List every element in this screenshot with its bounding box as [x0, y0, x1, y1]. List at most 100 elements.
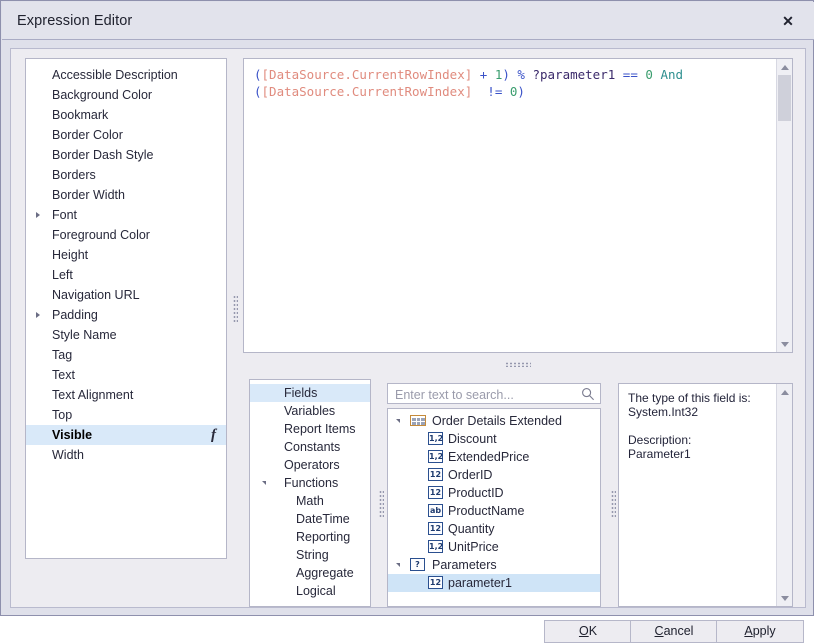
titlebar: Expression Editor ✕: [2, 2, 814, 40]
category-item-variables[interactable]: Variables: [250, 402, 370, 420]
category-item-report-items[interactable]: Report Items: [250, 420, 370, 438]
category-label: Constants: [284, 440, 341, 454]
splitter-right[interactable]: [609, 449, 617, 559]
property-row-borders[interactable]: Borders: [26, 165, 226, 185]
category-item-aggregate[interactable]: Aggregate: [250, 564, 370, 582]
chevron-down-icon[interactable]: [262, 481, 266, 485]
category-item-functions[interactable]: Functions: [250, 474, 370, 492]
splitter-grip-icon: [610, 490, 616, 518]
expression-editor-dialog: Expression Editor ✕ Accessible Descripti…: [0, 0, 814, 643]
tree-item-label: OrderID: [448, 468, 493, 482]
property-row-style-name[interactable]: Style Name: [26, 325, 226, 345]
category-item-operators[interactable]: Operators: [250, 456, 370, 474]
description-panel: The type of this field is: System.Int32 …: [618, 383, 793, 607]
category-item-string[interactable]: String: [250, 546, 370, 564]
property-row-navigation-url[interactable]: Navigation URL: [26, 285, 226, 305]
property-row-tag[interactable]: Tag: [26, 345, 226, 365]
description-vertical-scrollbar[interactable]: [776, 384, 792, 606]
search-icon[interactable]: [581, 387, 595, 401]
search-box[interactable]: [387, 383, 601, 404]
property-row-text-alignment[interactable]: Text Alignment: [26, 385, 226, 405]
property-row-border-width[interactable]: Border Width: [26, 185, 226, 205]
splitter-left[interactable]: [231, 229, 239, 389]
property-row-padding[interactable]: Padding: [26, 305, 226, 325]
property-row-foreground-color[interactable]: Foreground Color: [26, 225, 226, 245]
scroll-up-icon[interactable]: [777, 384, 792, 400]
fields-tree[interactable]: Order Details Extended 1,2 Discount 1,2 Exte…: [387, 408, 601, 607]
editor-vertical-scrollbar[interactable]: [776, 59, 792, 352]
tree-item-discount[interactable]: 1,2 Discount: [388, 430, 600, 448]
tree-item-quantity[interactable]: 12 Quantity: [388, 520, 600, 538]
category-item-constants[interactable]: Constants: [250, 438, 370, 456]
tree-item-parameter1[interactable]: 12 parameter1: [388, 574, 600, 592]
function-icon[interactable]: f: [211, 425, 216, 445]
scroll-down-icon[interactable]: [777, 336, 792, 352]
category-label: Logical: [296, 584, 336, 598]
category-label: Operators: [284, 458, 340, 472]
tree-item-parameters[interactable]: ? Parameters: [388, 556, 600, 574]
apply-button[interactable]: Apply: [716, 620, 804, 643]
chevron-right-icon[interactable]: [36, 312, 40, 318]
field-type-icon-12: 1,2: [428, 432, 444, 445]
tree-item-orderid[interactable]: 12 OrderID: [388, 466, 600, 484]
tree-item-productname[interactable]: ab ProductName: [388, 502, 600, 520]
property-row-bookmark[interactable]: Bookmark: [26, 105, 226, 125]
property-row-height[interactable]: Height: [26, 245, 226, 265]
category-label: Variables: [284, 404, 336, 418]
tree-item-label: Quantity: [448, 522, 495, 536]
tree-item-extendedprice[interactable]: 1,2 ExtendedPrice: [388, 448, 600, 466]
tree-item-label: UnitPrice: [448, 540, 499, 554]
property-row-text[interactable]: Text: [26, 365, 226, 385]
property-label: Text: [52, 368, 75, 382]
property-row-font[interactable]: Font: [26, 205, 226, 225]
ok-button[interactable]: OK: [544, 620, 632, 643]
category-item-math[interactable]: Math: [250, 492, 370, 510]
splitter-middle[interactable]: [377, 449, 385, 559]
category-list[interactable]: Fields Variables Report Items Constants Oper…: [249, 379, 371, 607]
property-row-background-color[interactable]: Background Color: [26, 85, 226, 105]
search-input[interactable]: [393, 386, 577, 404]
category-item-datetime[interactable]: DateTime: [250, 510, 370, 528]
property-label: Height: [52, 248, 89, 262]
category-label: Reporting: [296, 530, 351, 544]
splitter-grip-icon: [505, 361, 531, 367]
token-kw: And: [660, 67, 684, 82]
property-row-border-color[interactable]: Border Color: [26, 125, 226, 145]
token-op: +: [472, 67, 495, 82]
category-item-fields[interactable]: Fields: [250, 384, 370, 402]
property-row-border-dash-style[interactable]: Border Dash Style: [26, 145, 226, 165]
chevron-right-icon[interactable]: [36, 212, 40, 218]
token-field: [DataSource.CurrentRowIndex]: [261, 84, 473, 99]
close-icon[interactable]: ✕: [766, 5, 810, 37]
mnemonic: O: [578, 624, 589, 638]
property-list[interactable]: Accessible Description Background Color Bo…: [25, 58, 227, 559]
tree-item-productid[interactable]: 12 ProductID: [388, 484, 600, 502]
splitter-horizontal[interactable]: [243, 357, 793, 371]
chevron-down-icon[interactable]: [396, 419, 400, 423]
property-row-width[interactable]: Width: [26, 445, 226, 465]
category-label: Math: [296, 494, 324, 508]
expression-text[interactable]: ([DataSource.CurrentRowIndex] + 1) % ?pa…: [244, 59, 775, 352]
property-label: Visible: [52, 428, 93, 442]
property-row-visible[interactable]: Visible f: [26, 425, 226, 445]
property-row-top[interactable]: Top: [26, 405, 226, 425]
tree-item-unitprice[interactable]: 1,2 UnitPrice: [388, 538, 600, 556]
tree-item-order-details-extended[interactable]: Order Details Extended: [388, 412, 600, 430]
category-item-logical[interactable]: Logical: [250, 582, 370, 600]
tree-item-label: ExtendedPrice: [448, 450, 530, 464]
category-label: Report Items: [284, 422, 356, 436]
property-label: Font: [52, 208, 78, 222]
property-row-accessible-description[interactable]: Accessible Description: [26, 65, 226, 85]
property-label: Border Width: [52, 188, 125, 202]
property-row-left[interactable]: Left: [26, 265, 226, 285]
field-type-icon-12: 12: [428, 468, 443, 481]
scroll-up-icon[interactable]: [777, 59, 792, 75]
expression-editor-panel[interactable]: ([DataSource.CurrentRowIndex] + 1) % ?pa…: [243, 58, 793, 353]
scrollbar-thumb[interactable]: [778, 75, 791, 121]
field-type-icon-12: 1,2: [428, 450, 444, 463]
chevron-down-icon[interactable]: [396, 563, 400, 567]
cancel-button[interactable]: Cancel: [630, 620, 718, 643]
property-label: Navigation URL: [52, 288, 140, 302]
scroll-down-icon[interactable]: [777, 590, 792, 606]
category-item-reporting[interactable]: Reporting: [250, 528, 370, 546]
